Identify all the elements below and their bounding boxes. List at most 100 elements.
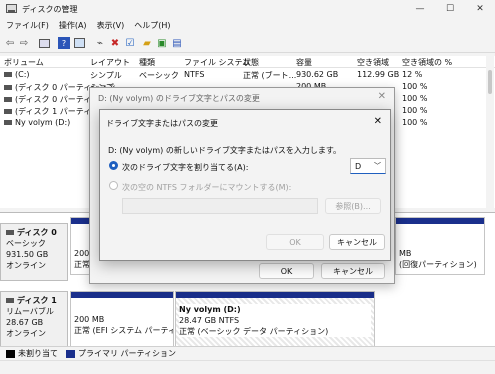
menu-view[interactable]: 表示(V) <box>97 20 125 31</box>
disk-type: リムーバブル <box>6 307 54 316</box>
delete-x-icon[interactable]: ✖ <box>109 37 121 49</box>
dialog-title: ドライブ文字またはパスの変更 <box>106 119 218 128</box>
connect-icon[interactable]: ⌁ <box>94 37 106 49</box>
status-bar <box>0 360 495 374</box>
mount-folder-label[interactable]: 次の空の NTFS フォルダーにマウントする(M): <box>122 182 291 193</box>
scrollbar-thumb[interactable] <box>488 70 492 94</box>
back-arrow-icon[interactable]: ⇦ <box>4 37 16 49</box>
maximize-button[interactable]: ☐ <box>435 0 465 18</box>
assign-letter-label[interactable]: 次のドライブ文字を割り当てる(A): <box>122 162 248 173</box>
browse-button[interactable]: 参照(B)... <box>325 198 381 214</box>
disk-1-partition-efi[interactable]: 200 MB 正常 (EFI システム パーティショ <box>70 291 174 347</box>
partition-status: 正常 (ベーシック データ パーティション) <box>179 326 371 337</box>
disk-management-icon <box>6 4 17 13</box>
disk-size: 931.50 GB <box>6 250 49 259</box>
menu-file[interactable]: ファイル(F) <box>6 20 49 31</box>
folder-up-icon[interactable]: ▰ <box>141 37 153 49</box>
menu-action[interactable]: 操作(A) <box>59 20 87 31</box>
change-letter-path-dialog: ドライブ文字またはパスの変更 ✕ D: (Ny volym) の新しいドライブ文… <box>99 109 391 261</box>
partition-status: (回復パーティション) <box>399 260 477 269</box>
drive-icon <box>4 120 12 125</box>
cancel-button[interactable]: キャンセル <box>321 263 385 279</box>
legend: 未割り当て プライマリ パーティション <box>0 346 495 360</box>
help-icon[interactable]: ? <box>58 37 70 49</box>
disk-icon <box>6 298 14 303</box>
primary-partition-bar <box>176 292 374 298</box>
title-bar: ディスクの管理 — ☐ ✕ <box>0 0 495 18</box>
disk-1-label[interactable]: ディスク 1 リムーバブル 28.67 GB オンライン <box>0 291 68 347</box>
status-cell: 正常 (ブート... <box>243 71 297 80</box>
partition-size: 200 MB <box>74 315 105 324</box>
partition-size: MB <box>399 249 412 258</box>
drive-icon <box>4 109 12 114</box>
disk-status: オンライン <box>6 329 46 338</box>
dialog-title: D: (Ny volym) のドライブ文字とパスの変更 <box>98 94 260 103</box>
legend-primary: プライマリ パーティション <box>66 348 176 359</box>
primary-partition-bar <box>71 292 173 298</box>
volume-list-scrollbar[interactable] <box>486 56 494 208</box>
close-icon[interactable]: ✕ <box>378 91 386 102</box>
folder-path-input[interactable] <box>122 198 318 214</box>
disk-type: ベーシック <box>6 239 46 248</box>
drive-letter-value: D <box>355 161 362 171</box>
partition-label: Ny volym (D:) <box>179 305 241 314</box>
table-row[interactable]: (C:) シンプル ベーシック NTFS 正常 (ブート... 930.62 G… <box>0 69 495 81</box>
minimize-button[interactable]: — <box>405 0 435 18</box>
free-percent-cell: 100 % <box>402 82 428 91</box>
mount-folder-radio[interactable] <box>109 181 118 190</box>
col-volume[interactable]: ボリューム <box>4 57 44 68</box>
volume-name: Ny volym (D:) <box>15 118 71 127</box>
disk-status: オンライン <box>6 261 46 270</box>
free-percent-cell: 100 % <box>402 94 428 103</box>
legend-unallocated: 未割り当て <box>6 348 58 359</box>
col-layout[interactable]: レイアウト <box>90 57 130 68</box>
assign-letter-radio[interactable] <box>109 161 118 170</box>
disk-size: 28.67 GB <box>6 318 44 327</box>
partition-size: 28.47 GB NTFS <box>179 315 371 326</box>
col-free-percent[interactable]: 空き領域の % <box>402 57 452 68</box>
col-free[interactable]: 空き領域 <box>357 57 389 68</box>
layout-cell: シンプル <box>90 71 122 80</box>
volume-table-header: ボリューム レイアウト 種類 ファイル システム 状態 容量 空き領域 空き領域… <box>0 56 495 68</box>
legend-swatch <box>6 349 15 358</box>
new-volume-icon[interactable]: ▣ <box>156 37 168 49</box>
close-icon[interactable]: ✕ <box>374 116 382 127</box>
check-icon[interactable]: ☑ <box>124 37 136 49</box>
console-icon[interactable] <box>38 37 50 49</box>
filesystem-cell: NTFS <box>184 70 205 79</box>
drive-icon <box>4 72 12 77</box>
type-cell: ベーシック <box>139 71 179 80</box>
disk-name: ディスク 0 <box>17 228 57 237</box>
col-capacity[interactable]: 容量 <box>296 57 312 68</box>
cancel-button[interactable]: キャンセル <box>329 234 385 250</box>
menu-bar: ファイル(F) 操作(A) 表示(V) ヘルプ(H) <box>0 18 495 33</box>
free-cell: 112.99 GB <box>357 70 400 79</box>
free-percent-cell: 100 % <box>402 118 428 127</box>
disk-0-partition-recovery[interactable]: MB (回復パーティション) <box>395 217 485 275</box>
col-status[interactable]: 状態 <box>243 57 259 68</box>
menu-help[interactable]: ヘルプ(H) <box>134 20 170 31</box>
free-percent-cell: 100 % <box>402 106 428 115</box>
chevron-down-icon: ﹀ <box>374 162 381 170</box>
disk-name: ディスク 1 <box>17 296 57 305</box>
ok-button[interactable]: OK <box>259 263 314 279</box>
properties-icon[interactable] <box>73 37 85 49</box>
drive-icon <box>4 97 12 102</box>
close-button[interactable]: ✕ <box>465 0 495 18</box>
disk-0-label[interactable]: ディスク 0 ベーシック 931.50 GB オンライン <box>0 223 68 281</box>
drive-letter-select[interactable]: D ﹀ <box>350 158 386 174</box>
col-type[interactable]: 種類 <box>139 57 155 68</box>
capacity-cell: 930.62 GB <box>296 70 339 79</box>
drive-icon <box>4 85 12 90</box>
forward-arrow-icon[interactable]: ⇨ <box>18 37 30 49</box>
ok-button[interactable]: OK <box>266 234 324 250</box>
properties-page-icon[interactable]: ▤ <box>171 37 183 49</box>
legend-swatch <box>66 349 75 358</box>
volume-name: (C:) <box>15 70 30 79</box>
disk-1-partition-ny-volym[interactable]: Ny volym (D:) 28.47 GB NTFS 正常 (ベーシック デー… <box>175 291 375 347</box>
primary-partition-bar <box>396 218 484 224</box>
window-title: ディスクの管理 <box>22 5 78 14</box>
instruction-text: D: (Ny volym) の新しいドライブ文字またはパスを入力します。 <box>108 146 342 155</box>
col-filesystem[interactable]: ファイル システム <box>184 57 250 68</box>
partition-status: 正常 (EFI システム パーティショ <box>74 326 173 335</box>
